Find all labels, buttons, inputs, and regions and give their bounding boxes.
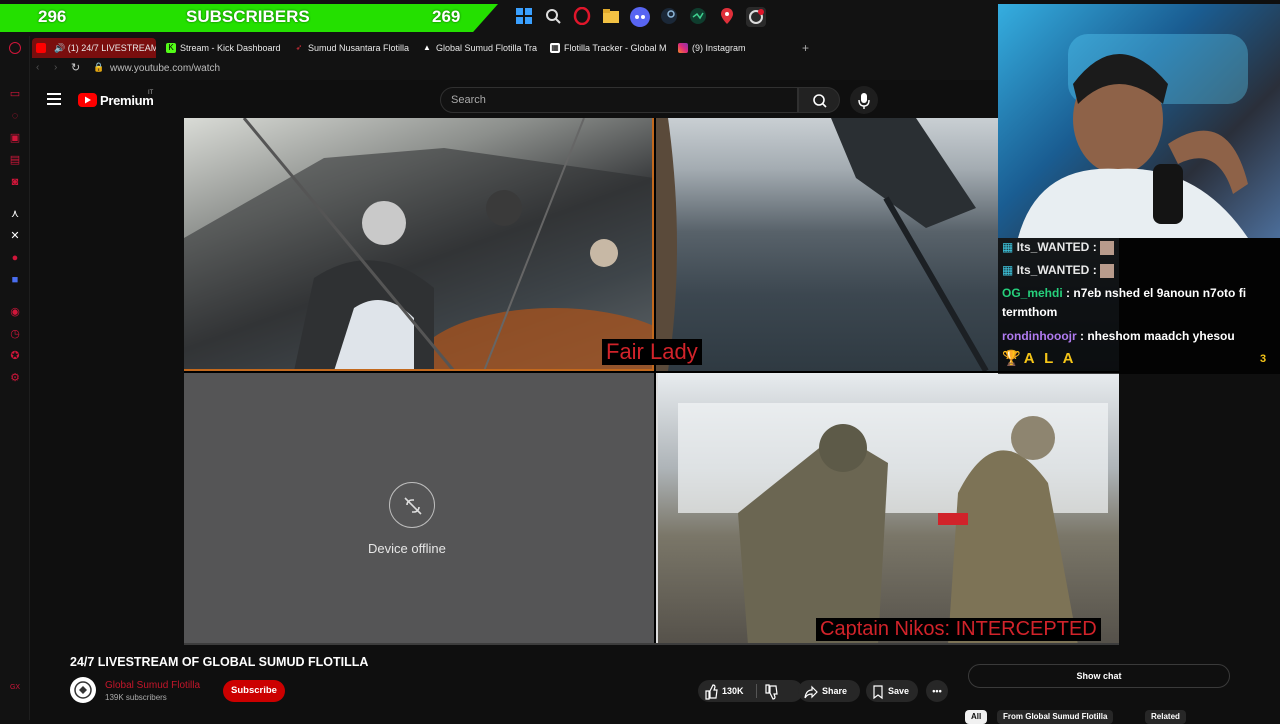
search-button[interactable] [798, 87, 840, 113]
gx-cleaner-icon[interactable]: ◌ [9, 110, 21, 122]
device-offline-label: Device offline [368, 541, 446, 556]
link-off-icon [389, 482, 435, 528]
sumud-icon: ➶ [295, 43, 303, 52]
vessel-label-captain-nikos: Captain Nikos: INTERCEPTED [816, 618, 1101, 641]
channel-avatar[interactable] [70, 677, 96, 703]
x-twitter-icon[interactable]: ✕ [9, 230, 21, 242]
extensions-icon[interactable]: ✪ [9, 350, 21, 362]
emote-icon [1100, 263, 1115, 278]
subscriber-right-count: 269 [432, 7, 461, 26]
tab-flotilla-tracker[interactable]: ▲ Global Sumud Flotilla Tra [418, 38, 542, 58]
streamer-webcam [998, 4, 1280, 238]
steam-icon[interactable] [659, 7, 679, 27]
reddit-icon[interactable]: ● [9, 252, 21, 264]
save-button[interactable]: Save [866, 680, 918, 702]
video-player[interactable]: Fair Lady Device offline Captain Nikos: … [184, 118, 1119, 645]
opera-icon[interactable] [572, 6, 592, 27]
opera-menu-icon[interactable] [9, 42, 21, 54]
subscriber-goal-bar: 296 SUBSCRIBERS 269 [0, 4, 498, 32]
youtube-logo-icon[interactable] [78, 93, 97, 107]
more-actions-button[interactable]: ••• [926, 680, 948, 702]
dislike-button[interactable] [764, 680, 778, 703]
search-icon[interactable] [543, 7, 563, 27]
channel-name[interactable]: Global Sumud Flotilla [105, 680, 200, 691]
share-button[interactable]: Share [798, 680, 860, 702]
shield-icon[interactable]: ■ [9, 274, 21, 286]
tab-livestream[interactable]: 🔊 (1) 24/7 LIVESTREAM [32, 38, 156, 58]
gx-logo-icon: GX [9, 684, 21, 691]
player-icon[interactable]: ◉ [9, 306, 21, 318]
pinned-count: 3 [1260, 353, 1267, 365]
share-icon [804, 680, 818, 703]
kick-sidebar-icon[interactable]: ⋏ [9, 208, 21, 220]
opera-gx-icon[interactable] [746, 7, 766, 27]
map-pin-icon[interactable] [717, 7, 737, 27]
tracker-icon: ▦ [550, 43, 560, 53]
youtube-premium-label[interactable]: Premium [100, 93, 154, 108]
bag-icon[interactable]: ▣ [9, 132, 21, 144]
folder-icon[interactable] [601, 7, 621, 27]
browser-sidebar: ▭ ◌ ▣ ▤ ◙ ⋏ ✕ ● ■ ◉ ◷ ✪ ⚙ GX [0, 36, 30, 720]
windows-start-icon[interactable] [514, 7, 534, 27]
tab-flotilla-tracker-global[interactable]: ▦ Flotilla Tracker - Global M [546, 38, 670, 58]
chat-overlay: ▦ Its_WANTED : ▦ Its_WANTED : OG_mehdi :… [998, 238, 1280, 374]
discord-icon[interactable] [630, 7, 650, 27]
chat-badge-icon: ▦ [1002, 263, 1017, 277]
tab-kick-dashboard[interactable]: K Stream - Kick Dashboard [162, 38, 286, 58]
camera-feed-offline: Device offline [184, 373, 654, 645]
monitor-app-icon[interactable] [688, 7, 708, 27]
chat-message: ▦ Its_WANTED : [1002, 238, 1274, 257]
bookmark-icon [872, 680, 884, 703]
hamburger-menu-icon[interactable] [47, 93, 61, 105]
show-chat-button[interactable]: Show chat [968, 664, 1230, 688]
history-icon[interactable]: ◷ [9, 328, 21, 340]
chat-badge-icon: ▦ [1002, 240, 1017, 254]
pinned-user: 🏆A L A [1002, 350, 1077, 367]
instagram-icon [678, 43, 688, 53]
tab-sumud-nusantara[interactable]: ➶ Sumud Nusantara Flotilla [290, 38, 414, 58]
chip-related[interactable]: Related [1145, 710, 1186, 724]
related-chips: All From Global Sumud Flotilla Related [965, 708, 1280, 724]
address-bar: ‹ › ↻ 🔒 www.youtube.com/watch [30, 58, 998, 80]
chip-all[interactable]: All [965, 710, 988, 724]
like-button[interactable] [704, 680, 718, 703]
camera-feed-deck [184, 118, 654, 371]
messenger-icon[interactable]: ◙ [9, 176, 21, 188]
video-title: 24/7 LIVESTREAM OF GLOBAL SUMUD FLOTILLA [70, 655, 369, 669]
region-code: IT [148, 90, 154, 96]
flotilla-icon: ▲ [423, 43, 431, 52]
subscribe-button[interactable]: Subscribe [223, 680, 285, 702]
tab-bar: 🔊 (1) 24/7 LIVESTREAM K Stream - Kick Da… [30, 36, 998, 58]
tab-instagram[interactable]: (9) Instagram [674, 38, 798, 58]
new-tab-button[interactable]: + [798, 38, 818, 58]
lock-icon: 🔒 [93, 62, 105, 72]
chat-message: OG_mehdi : n7eb nshed el 9anoun n7oto fi… [1002, 286, 1247, 319]
subscriber-left-count: 296 [38, 7, 67, 26]
emote-icon [1100, 240, 1115, 255]
reload-icon[interactable]: ↻ [71, 61, 80, 74]
subscriber-goal-label: SUBSCRIBERS [186, 7, 310, 26]
like-dislike-group: 130K [698, 680, 803, 702]
chat-message: rondinhooojr : nheshom maadch yhesou [1002, 329, 1235, 343]
forward-icon[interactable]: › [54, 62, 57, 73]
chat-message: ▦ Its_WANTED : [1002, 261, 1274, 280]
like-divider [756, 684, 757, 698]
kick-icon: K [166, 43, 176, 53]
youtube-icon [36, 43, 46, 53]
search-input[interactable]: Search [440, 87, 798, 113]
twitch-icon[interactable]: ▤ [9, 154, 21, 166]
vessel-label-fair-lady: Fair Lady [602, 339, 702, 365]
like-count: 130K [722, 686, 744, 696]
channel-subscriber-count: 139K subscribers [105, 693, 167, 702]
settings-icon[interactable]: ⚙ [9, 372, 21, 384]
chip-from-channel[interactable]: From Global Sumud Flotilla [997, 710, 1114, 724]
voice-search-button[interactable] [850, 86, 878, 114]
more-horizontal-icon: ••• [932, 686, 942, 696]
url-field[interactable]: www.youtube.com/watch [110, 63, 220, 74]
trophy-icon: 🏆 [1002, 350, 1024, 367]
back-icon[interactable]: ‹ [36, 62, 39, 73]
camera-feed-interception [656, 373, 1119, 645]
gx-control-icon[interactable]: ▭ [9, 88, 21, 100]
